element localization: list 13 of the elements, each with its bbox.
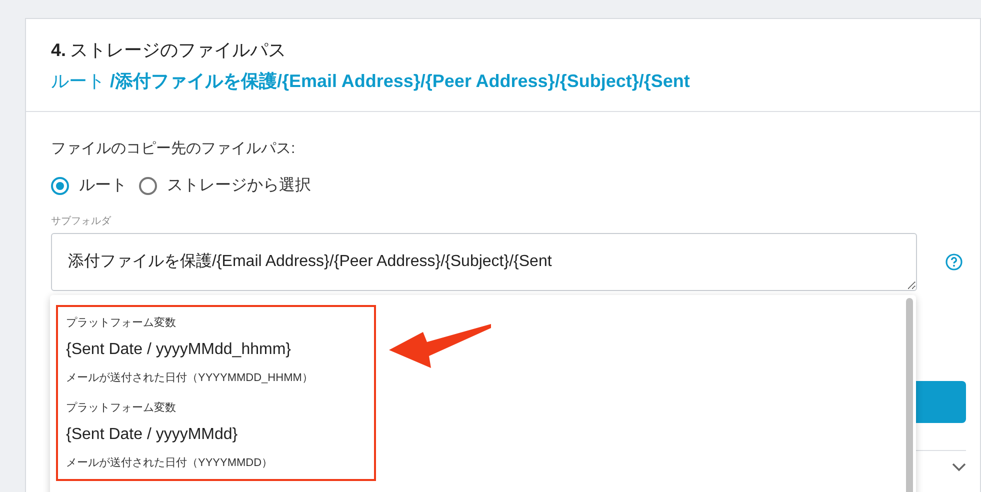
subfolder-field[interactable]: 添付ファイルを保護/{Email Address}/{Peer Address}/{Subject}/{Sent — [51, 232, 917, 290]
suggestion-item[interactable]: プラットフォーム変数 {Sent Date / yyyyMMdd} メールが送付された日付（YYYYMMDD） — [66, 400, 916, 471]
help-icon[interactable] — [945, 252, 963, 270]
scrollbar-thumb[interactable] — [906, 298, 913, 492]
radio-option[interactable]: ルート — [51, 174, 127, 198]
suggestion-item[interactable]: プラットフォーム変数 {Sent Date / yyyyMMdd_hhmm} メールが送付された日付（YYYYMMDD_HHMM） — [66, 315, 916, 386]
section-title: ストレージのファイルパス — [70, 39, 286, 62]
field-label: ファイルのコピー先のファイルパス: — [51, 139, 296, 159]
radio-option[interactable]: ストレージから選択 — [139, 174, 311, 198]
section-number: 4. — [51, 39, 66, 62]
chevron-down-icon[interactable] — [952, 462, 966, 472]
path-text: ルート /添付ファイルを保護/{Email Address}/{Peer Address}/{Subject}/{Sent — [51, 70, 691, 93]
field-label: サブフォルダ — [51, 214, 112, 228]
